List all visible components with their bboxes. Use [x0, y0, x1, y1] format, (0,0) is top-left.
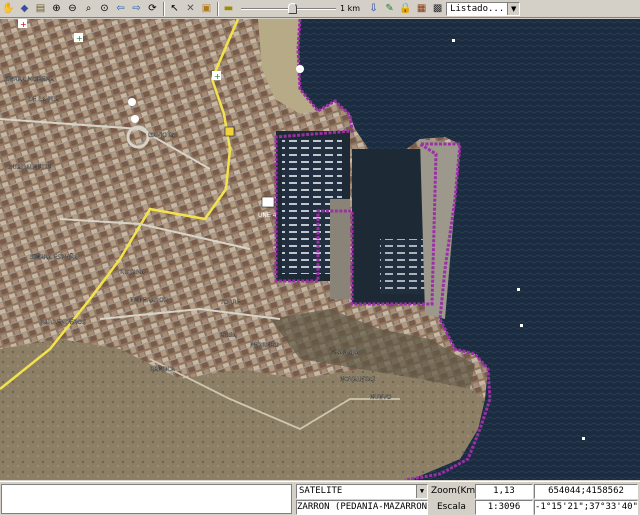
- street-label: ROTANA: [120, 269, 146, 276]
- zoom-value-field[interactable]: 1,13: [475, 484, 533, 499]
- street-label: BARRENDEROS: [40, 319, 86, 326]
- layer-select-value: SATELITE: [299, 486, 343, 496]
- measure-ruler-icon[interactable]: ▬: [221, 1, 236, 16]
- delete-icon[interactable]: ✕: [183, 1, 198, 16]
- pier: [330, 199, 350, 299]
- svg-text:+: +: [214, 72, 221, 81]
- map-view[interactable]: SIERRA MORENA DE LA PLA GUADALENTIN GAVI…: [0, 19, 640, 480]
- poi-icon[interactable]: [261, 196, 275, 208]
- location-field: ZARRON (PEDANIA-MAZARRON): [296, 500, 428, 515]
- list-combo-value: Listado...: [450, 3, 505, 14]
- street-label: TORRE: [219, 299, 241, 306]
- moored-boats: [380, 239, 425, 294]
- poi-icon[interactable]: [128, 98, 136, 106]
- geo-coords-field: -1°15'21";37°33'40": [534, 500, 638, 515]
- next-view-icon[interactable]: ⇨: [129, 1, 144, 16]
- zoom-extent-icon[interactable]: ⊙: [97, 1, 112, 16]
- street-label: DE LA PLA: [28, 96, 60, 103]
- buoy-marker: [517, 288, 520, 291]
- layer-select[interactable]: SATELITE ▼: [296, 484, 428, 499]
- main-toolbar: ✋ ◆ ▤ ⊕ ⊖ ⌕ ⊙ ⇦ ⇨ ⟳ ↖ ✕ ▣ ▬ 1 km ⇩ ✎ 🔒 ▦…: [0, 0, 640, 18]
- street-label: PEDRERO: [250, 342, 279, 349]
- zoom-window-icon[interactable]: ⌕: [81, 1, 96, 16]
- scale-label: 1 km: [340, 4, 361, 13]
- street-label: ROSA: [220, 332, 238, 339]
- previous-view-icon[interactable]: ⇦: [113, 1, 128, 16]
- layers-icon[interactable]: ◆: [17, 1, 32, 16]
- package-icon[interactable]: ▣: [199, 1, 214, 16]
- poi-icon[interactable]: [224, 126, 235, 137]
- zoom-out-icon[interactable]: ⊖: [65, 1, 80, 16]
- scale-label: Escala: [437, 502, 466, 512]
- poi-label: UNE 4: [258, 212, 277, 219]
- zoom-slider-thumb[interactable]: [288, 2, 298, 14]
- table-icon[interactable]: ▦: [414, 1, 429, 16]
- buoy-marker: [520, 324, 523, 327]
- coords-field: 654044;4158562: [534, 484, 638, 499]
- toolbar-separator: [163, 1, 165, 16]
- street-label: SIERRA ESPUÑA: [30, 254, 79, 261]
- pin-icon[interactable]: ⇩: [366, 1, 381, 16]
- status-bar: SATELITE ▼ Zoom(Km) 1,13 654044;4158562 …: [0, 481, 640, 515]
- hand-pan-icon[interactable]: ✋: [1, 1, 16, 16]
- chevron-down-icon[interactable]: ▼: [416, 485, 427, 498]
- grid-icon[interactable]: ▩: [430, 1, 445, 16]
- zoom-slider[interactable]: [241, 2, 336, 16]
- street-label: NUEVO: [370, 394, 392, 401]
- street-label: NOVALETAS: [340, 376, 375, 383]
- buoy-marker: [582, 437, 585, 440]
- map-export-icon[interactable]: ▤: [33, 1, 48, 16]
- lock-icon[interactable]: 🔒: [398, 1, 413, 16]
- select-arrow-icon[interactable]: ↖: [167, 1, 182, 16]
- svg-text:+: +: [20, 20, 27, 29]
- poi-icon[interactable]: [131, 115, 139, 123]
- street-label: GRANADA: [330, 349, 361, 356]
- status-message-area: [1, 484, 292, 514]
- street-label: GAVIOTA: [148, 132, 175, 139]
- pharmacy-icon[interactable]: +: [212, 71, 221, 81]
- hospital-icon[interactable]: +: [18, 19, 27, 29]
- anchor-icon[interactable]: [296, 65, 304, 73]
- street-label: EMPERADOR: [130, 297, 168, 304]
- toolbar-separator: [217, 1, 219, 16]
- satellite-map[interactable]: SIERRA MORENA DE LA PLA GUADALENTIN GAVI…: [0, 19, 640, 480]
- pharmacy-icon[interactable]: +: [74, 33, 83, 43]
- street-label: SIERRA MORENA: [4, 76, 55, 83]
- pencil-icon[interactable]: ✎: [382, 1, 397, 16]
- street-label: GUADALENTIN: [8, 164, 51, 171]
- svg-text:+: +: [76, 34, 83, 43]
- zoom-label: Zoom(Km): [431, 486, 479, 496]
- chevron-down-icon[interactable]: ▼: [507, 2, 520, 15]
- buoy-marker: [452, 39, 455, 42]
- refresh-icon[interactable]: ⟳: [145, 1, 160, 16]
- zoom-in-icon[interactable]: ⊕: [49, 1, 64, 16]
- list-combo[interactable]: Listado... ▼: [446, 1, 521, 16]
- street-label: RAMBLA: [150, 366, 176, 373]
- scale-value-field[interactable]: 1:3096: [475, 500, 533, 515]
